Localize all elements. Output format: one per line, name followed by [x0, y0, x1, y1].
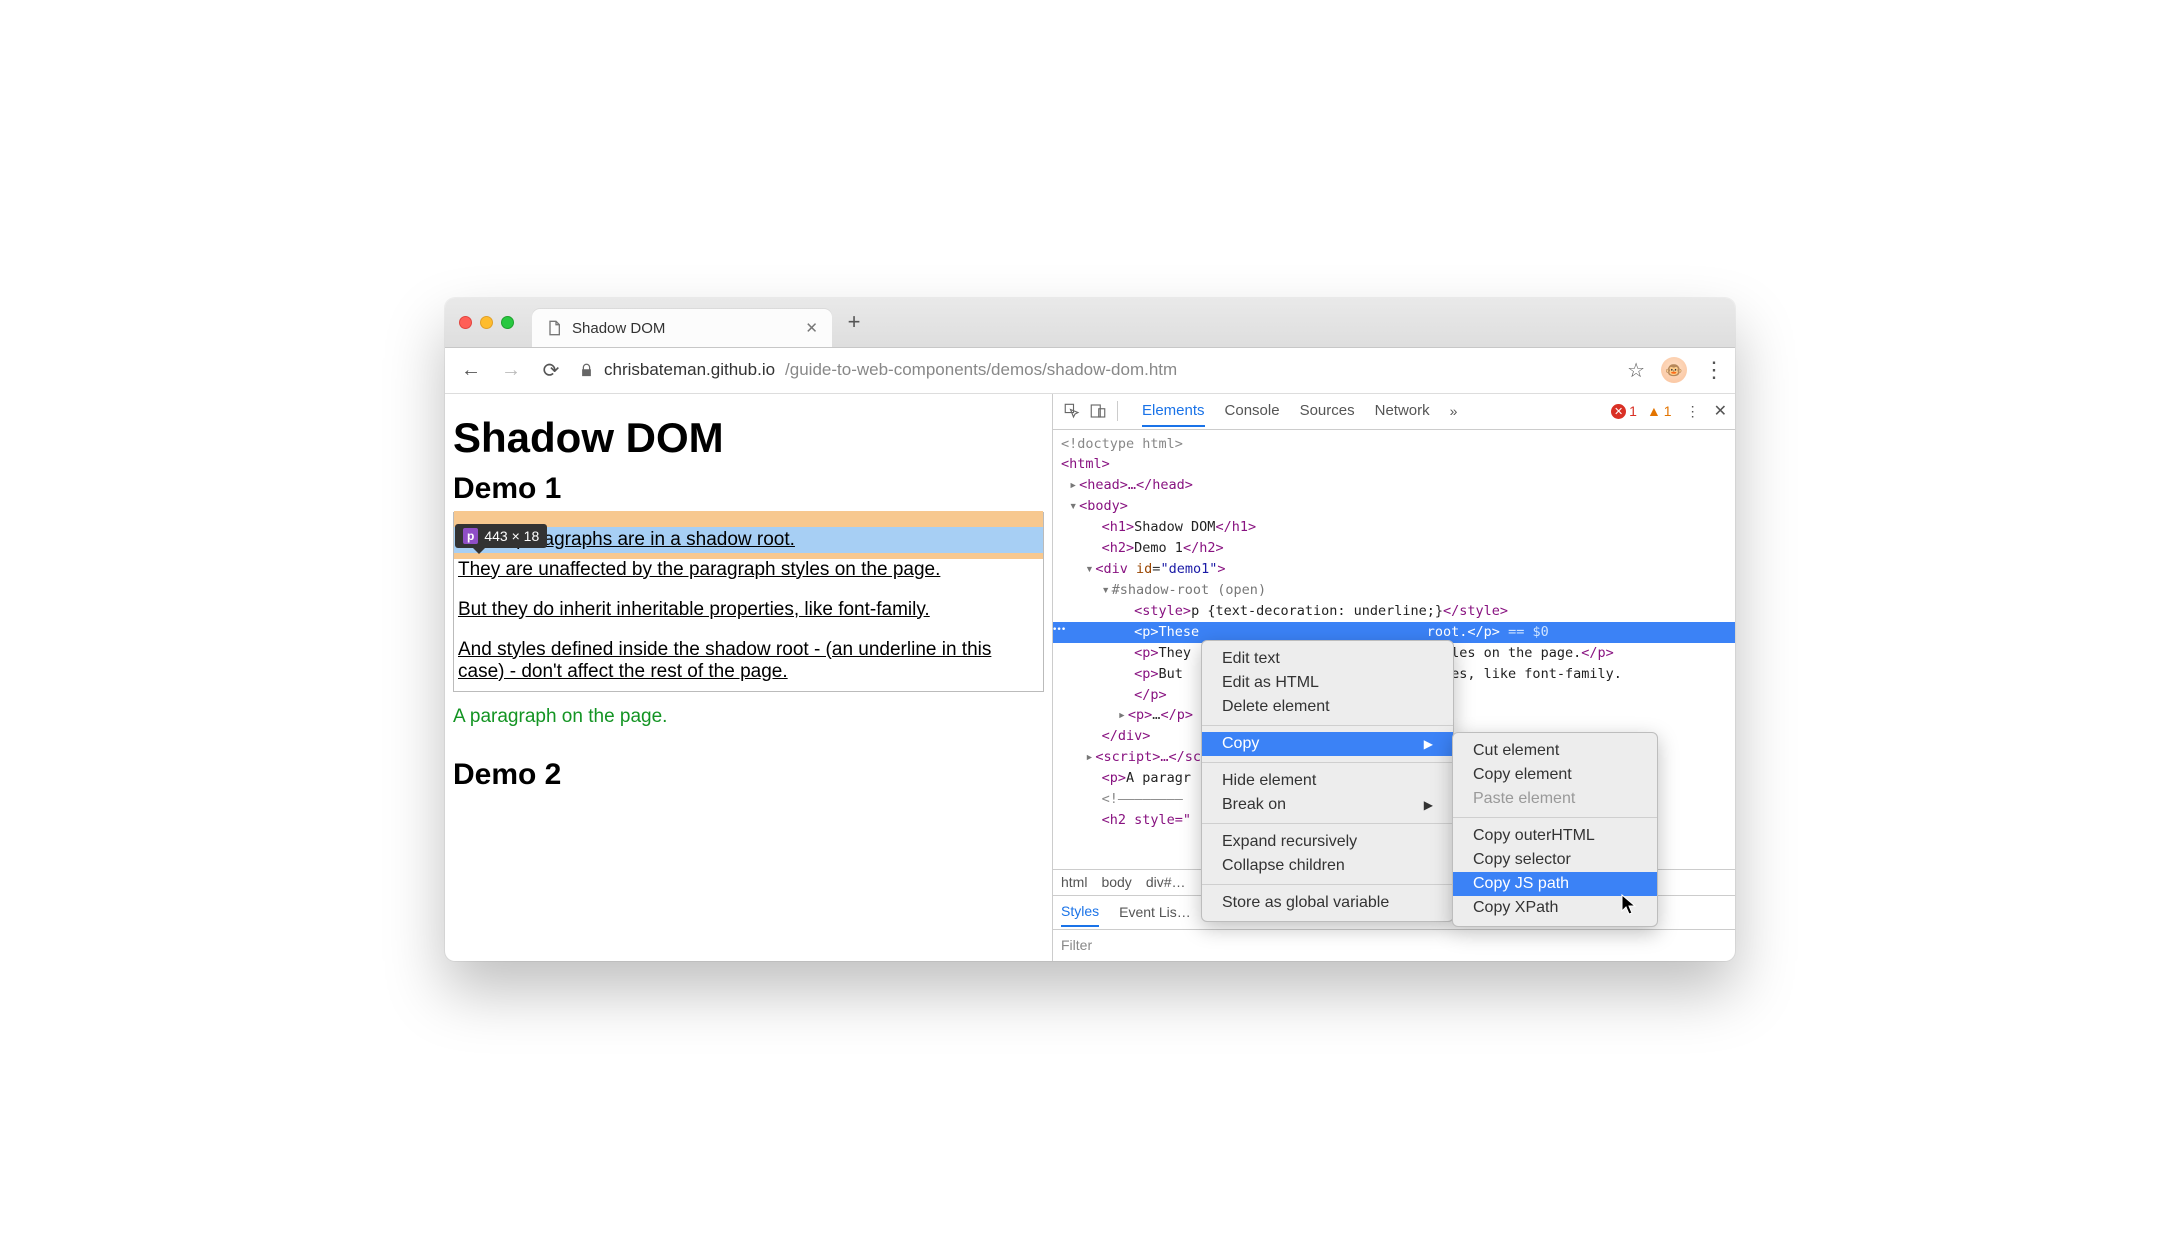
inspect-icon[interactable]	[1061, 400, 1083, 422]
tab-close-icon[interactable]: ✕	[805, 319, 818, 337]
demo1-p2: They are unaffected by the paragraph sty…	[454, 559, 1043, 581]
ctx-collapse[interactable]: Collapse children	[1202, 854, 1453, 878]
page-h2-demo1: Demo 1	[453, 472, 1052, 506]
ctx-break-on[interactable]: Break on▶	[1202, 793, 1453, 817]
element-tooltip: p 443 × 18	[455, 524, 547, 548]
devtools-panel: Elements Console Sources Network » ✕1 ▲1…	[1052, 394, 1735, 961]
sub-copy-js-path[interactable]: Copy JS path	[1453, 872, 1657, 896]
page-content: Shadow DOM Demo 1 These paragraphs are i…	[445, 394, 1052, 961]
devtools-menu-icon[interactable]: ⋮	[1686, 403, 1700, 420]
ctx-edit-text[interactable]: Edit text	[1202, 647, 1453, 671]
demo1-p3: But they do inherit inheritable properti…	[454, 599, 1043, 621]
minimize-window-button[interactable]	[480, 316, 493, 329]
page-h1: Shadow DOM	[453, 414, 1052, 462]
ctx-copy[interactable]: Copy▶	[1202, 732, 1453, 756]
demo1-p4: And styles defined inside the shadow roo…	[454, 639, 1043, 683]
url-field[interactable]: chrisbateman.github.io/guide-to-web-comp…	[579, 360, 1611, 380]
divider	[1117, 401, 1118, 421]
submenu-arrow-icon: ▶	[1424, 737, 1433, 751]
devtools-close-icon[interactable]: ✕	[1714, 401, 1727, 421]
more-tabs-icon[interactable]: »	[1450, 403, 1458, 419]
subtab-styles[interactable]: Styles	[1061, 897, 1099, 927]
cursor-icon	[1621, 894, 1639, 916]
content-area: p 443 × 18 Shadow DOM Demo 1 These parag…	[445, 394, 1735, 961]
crumb-body[interactable]: body	[1101, 874, 1131, 890]
reload-button[interactable]: ⟳	[539, 358, 563, 383]
tab-sources[interactable]: Sources	[1300, 396, 1355, 427]
ctx-store-global[interactable]: Store as global variable	[1202, 891, 1453, 915]
profile-avatar[interactable]: 🐵	[1661, 357, 1687, 383]
sub-copy-selector[interactable]: Copy selector	[1453, 848, 1657, 872]
warning-badge[interactable]: ▲1	[1647, 403, 1672, 419]
tab-console[interactable]: Console	[1225, 396, 1280, 427]
device-toggle-icon[interactable]	[1087, 400, 1109, 422]
divider	[1202, 725, 1453, 726]
devtools-header: Elements Console Sources Network » ✕1 ▲1…	[1053, 394, 1735, 430]
window-controls	[459, 316, 514, 329]
subtab-event-listeners[interactable]: Event Lis…	[1119, 898, 1191, 926]
divider	[1202, 884, 1453, 885]
ctx-delete[interactable]: Delete element	[1202, 695, 1453, 719]
titlebar: Shadow DOM ✕ +	[445, 298, 1735, 348]
browser-window: Shadow DOM ✕ + ← → ⟳ chrisbateman.github…	[445, 298, 1735, 961]
tooltip-tag: p	[463, 528, 478, 544]
styles-filter[interactable]: Filter	[1053, 929, 1735, 961]
tab-title: Shadow DOM	[572, 320, 795, 337]
page-h2-demo2: Demo 2	[453, 758, 1052, 792]
crumb-div[interactable]: div#…	[1146, 874, 1186, 890]
forward-button[interactable]: →	[499, 359, 523, 382]
sub-copy-element[interactable]: Copy element	[1453, 763, 1657, 787]
url-host: chrisbateman.github.io	[604, 360, 775, 380]
ctx-hide[interactable]: Hide element	[1202, 769, 1453, 793]
divider	[1453, 817, 1657, 818]
ctx-expand[interactable]: Expand recursively	[1202, 830, 1453, 854]
sub-copy-outerhtml[interactable]: Copy outerHTML	[1453, 824, 1657, 848]
devtools-tabs: Elements Console Sources Network	[1142, 396, 1430, 427]
url-path: /guide-to-web-components/demos/shadow-do…	[785, 360, 1177, 380]
divider	[1202, 762, 1453, 763]
new-tab-button[interactable]: +	[840, 309, 868, 335]
sub-cut[interactable]: Cut element	[1453, 739, 1657, 763]
address-bar: ← → ⟳ chrisbateman.github.io/guide-to-we…	[445, 348, 1735, 394]
zoom-window-button[interactable]	[501, 316, 514, 329]
bookmark-button[interactable]: ☆	[1627, 358, 1645, 383]
back-button[interactable]: ←	[459, 359, 483, 382]
ctx-edit-html[interactable]: Edit as HTML	[1202, 671, 1453, 695]
crumb-html[interactable]: html	[1061, 874, 1087, 890]
browser-tab[interactable]: Shadow DOM ✕	[532, 309, 832, 347]
divider	[1202, 823, 1453, 824]
tab-network[interactable]: Network	[1375, 396, 1430, 427]
lock-icon	[579, 363, 594, 378]
submenu-arrow-icon: ▶	[1424, 798, 1433, 812]
outside-paragraph: A paragraph on the page.	[453, 706, 1052, 728]
context-menu: Edit text Edit as HTML Delete element Co…	[1201, 640, 1454, 922]
tab-elements[interactable]: Elements	[1142, 396, 1205, 427]
tooltip-dims: 443 × 18	[484, 528, 539, 544]
error-badge[interactable]: ✕1	[1611, 403, 1637, 419]
sub-paste: Paste element	[1453, 787, 1657, 811]
page-icon	[546, 320, 562, 336]
close-window-button[interactable]	[459, 316, 472, 329]
menu-button[interactable]: ⋮	[1703, 357, 1721, 383]
